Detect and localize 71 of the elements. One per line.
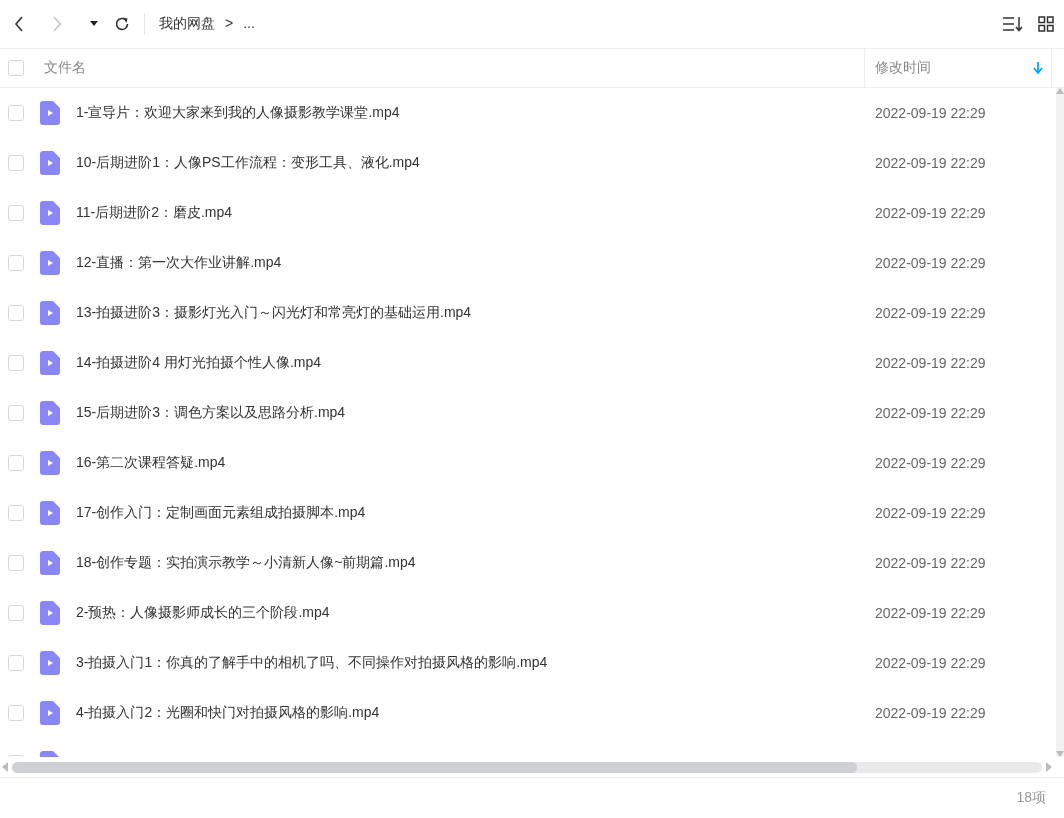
- checkbox[interactable]: [8, 355, 24, 371]
- file-name[interactable]: 15-后期进阶3：调色方案以及思路分析.mp4: [76, 404, 346, 420]
- scroll-down-icon[interactable]: [1056, 751, 1064, 757]
- video-file-icon: [40, 701, 60, 725]
- video-file-icon: [40, 651, 60, 675]
- checkbox[interactable]: [8, 455, 24, 471]
- checkbox[interactable]: [8, 555, 24, 571]
- checkbox[interactable]: [8, 60, 24, 76]
- video-file-icon: [40, 251, 60, 275]
- sort-list-icon[interactable]: [1002, 16, 1024, 32]
- scroll-up-icon[interactable]: [1056, 88, 1064, 94]
- dropdown-caret-icon[interactable]: [90, 21, 98, 27]
- checkbox[interactable]: [8, 405, 24, 421]
- modified-time: 2022-09-19 22:29: [875, 555, 986, 571]
- checkbox[interactable]: [8, 305, 24, 321]
- video-file-icon: [40, 551, 60, 575]
- file-name[interactable]: 2-预热：人像摄影师成长的三个阶段.mp4: [76, 604, 330, 620]
- item-count: 18项: [1016, 789, 1046, 807]
- breadcrumb-separator: >: [225, 15, 234, 33]
- checkbox[interactable]: [8, 705, 24, 721]
- modified-time: 2022-09-19 22:29: [875, 605, 986, 621]
- scroll-left-icon[interactable]: [2, 762, 8, 772]
- modified-time: 2022-09-19 22:29: [875, 305, 986, 321]
- file-name[interactable]: 17-创作入门：定制画面元素组成拍摄脚本.mp4: [76, 504, 366, 520]
- modified-time: 2022-09-19 22:29: [875, 155, 986, 171]
- video-file-icon: [40, 401, 60, 425]
- sort-descending-icon[interactable]: [1033, 62, 1043, 74]
- video-file-icon: [40, 501, 60, 525]
- video-file-icon: [40, 601, 60, 625]
- file-name[interactable]: 1-宣导片：欢迎大家来到我的人像摄影教学课堂.mp4: [76, 104, 400, 120]
- file-name[interactable]: 3-拍摄入门1：你真的了解手中的相机了吗、不同操作对拍摄风格的影响.mp4: [76, 654, 548, 670]
- file-name[interactable]: 4-拍摄入门2：光圈和快门对拍摄风格的影响.mp4: [76, 704, 380, 720]
- refresh-icon[interactable]: [114, 16, 130, 32]
- modified-time: 2022-09-19 22:29: [875, 505, 986, 521]
- video-file-icon: [40, 201, 60, 225]
- checkbox[interactable]: [8, 155, 24, 171]
- video-file-icon: [40, 451, 60, 475]
- scroll-right-icon[interactable]: [1046, 762, 1052, 772]
- file-name[interactable]: 14-拍摄进阶4 用灯光拍摄个性人像.mp4: [76, 354, 322, 370]
- modified-time: 2022-09-19 22:29: [875, 655, 986, 671]
- checkbox[interactable]: [8, 105, 24, 121]
- modified-time: 2022-09-19 22:29: [875, 255, 986, 271]
- modified-time: 2022-09-19 22:29: [875, 455, 986, 471]
- checkbox[interactable]: [8, 255, 24, 271]
- grid-view-icon[interactable]: [1038, 16, 1054, 32]
- modified-time: 2022-09-19 22:29: [875, 105, 986, 121]
- video-file-icon: [40, 351, 60, 375]
- video-file-icon: [40, 101, 60, 125]
- breadcrumb-item[interactable]: 我的网盘: [159, 15, 215, 33]
- file-name[interactable]: 11-后期进阶2：磨皮.mp4: [76, 204, 233, 220]
- file-name[interactable]: 18-创作专题：实拍演示教学～小清新人像~前期篇.mp4: [76, 554, 416, 570]
- modified-time: 2022-09-19 22:29: [875, 355, 986, 371]
- modified-time: 2022-09-19 22:29: [875, 705, 986, 721]
- column-header[interactable]: 修改时间: [875, 59, 931, 77]
- breadcrumb-item[interactable]: ...: [243, 15, 255, 33]
- checkbox[interactable]: [8, 605, 24, 621]
- horizontal-scrollbar[interactable]: [12, 761, 1042, 773]
- modified-time: 2022-09-19 22:29: [875, 205, 986, 221]
- file-name[interactable]: 10-后期进阶1：人像PS工作流程：变形工具、液化.mp4: [76, 154, 420, 170]
- vertical-scrollbar[interactable]: [1056, 88, 1064, 757]
- file-name[interactable]: 13-拍摄进阶3：摄影灯光入门～闪光灯和常亮灯的基础运用.mp4: [76, 304, 472, 320]
- video-file-icon: [40, 301, 60, 325]
- column-header[interactable]: 文件名: [44, 59, 86, 77]
- checkbox[interactable]: [8, 655, 24, 671]
- checkbox[interactable]: [8, 505, 24, 521]
- file-name[interactable]: 16-第二次课程答疑.mp4: [76, 454, 226, 470]
- checkbox[interactable]: [8, 205, 24, 221]
- modified-time: 2022-09-19 22:29: [875, 405, 986, 421]
- video-file-icon: [40, 151, 60, 175]
- back-icon[interactable]: [14, 16, 24, 32]
- file-name[interactable]: 12-直播：第一次大作业讲解.mp4: [76, 254, 282, 270]
